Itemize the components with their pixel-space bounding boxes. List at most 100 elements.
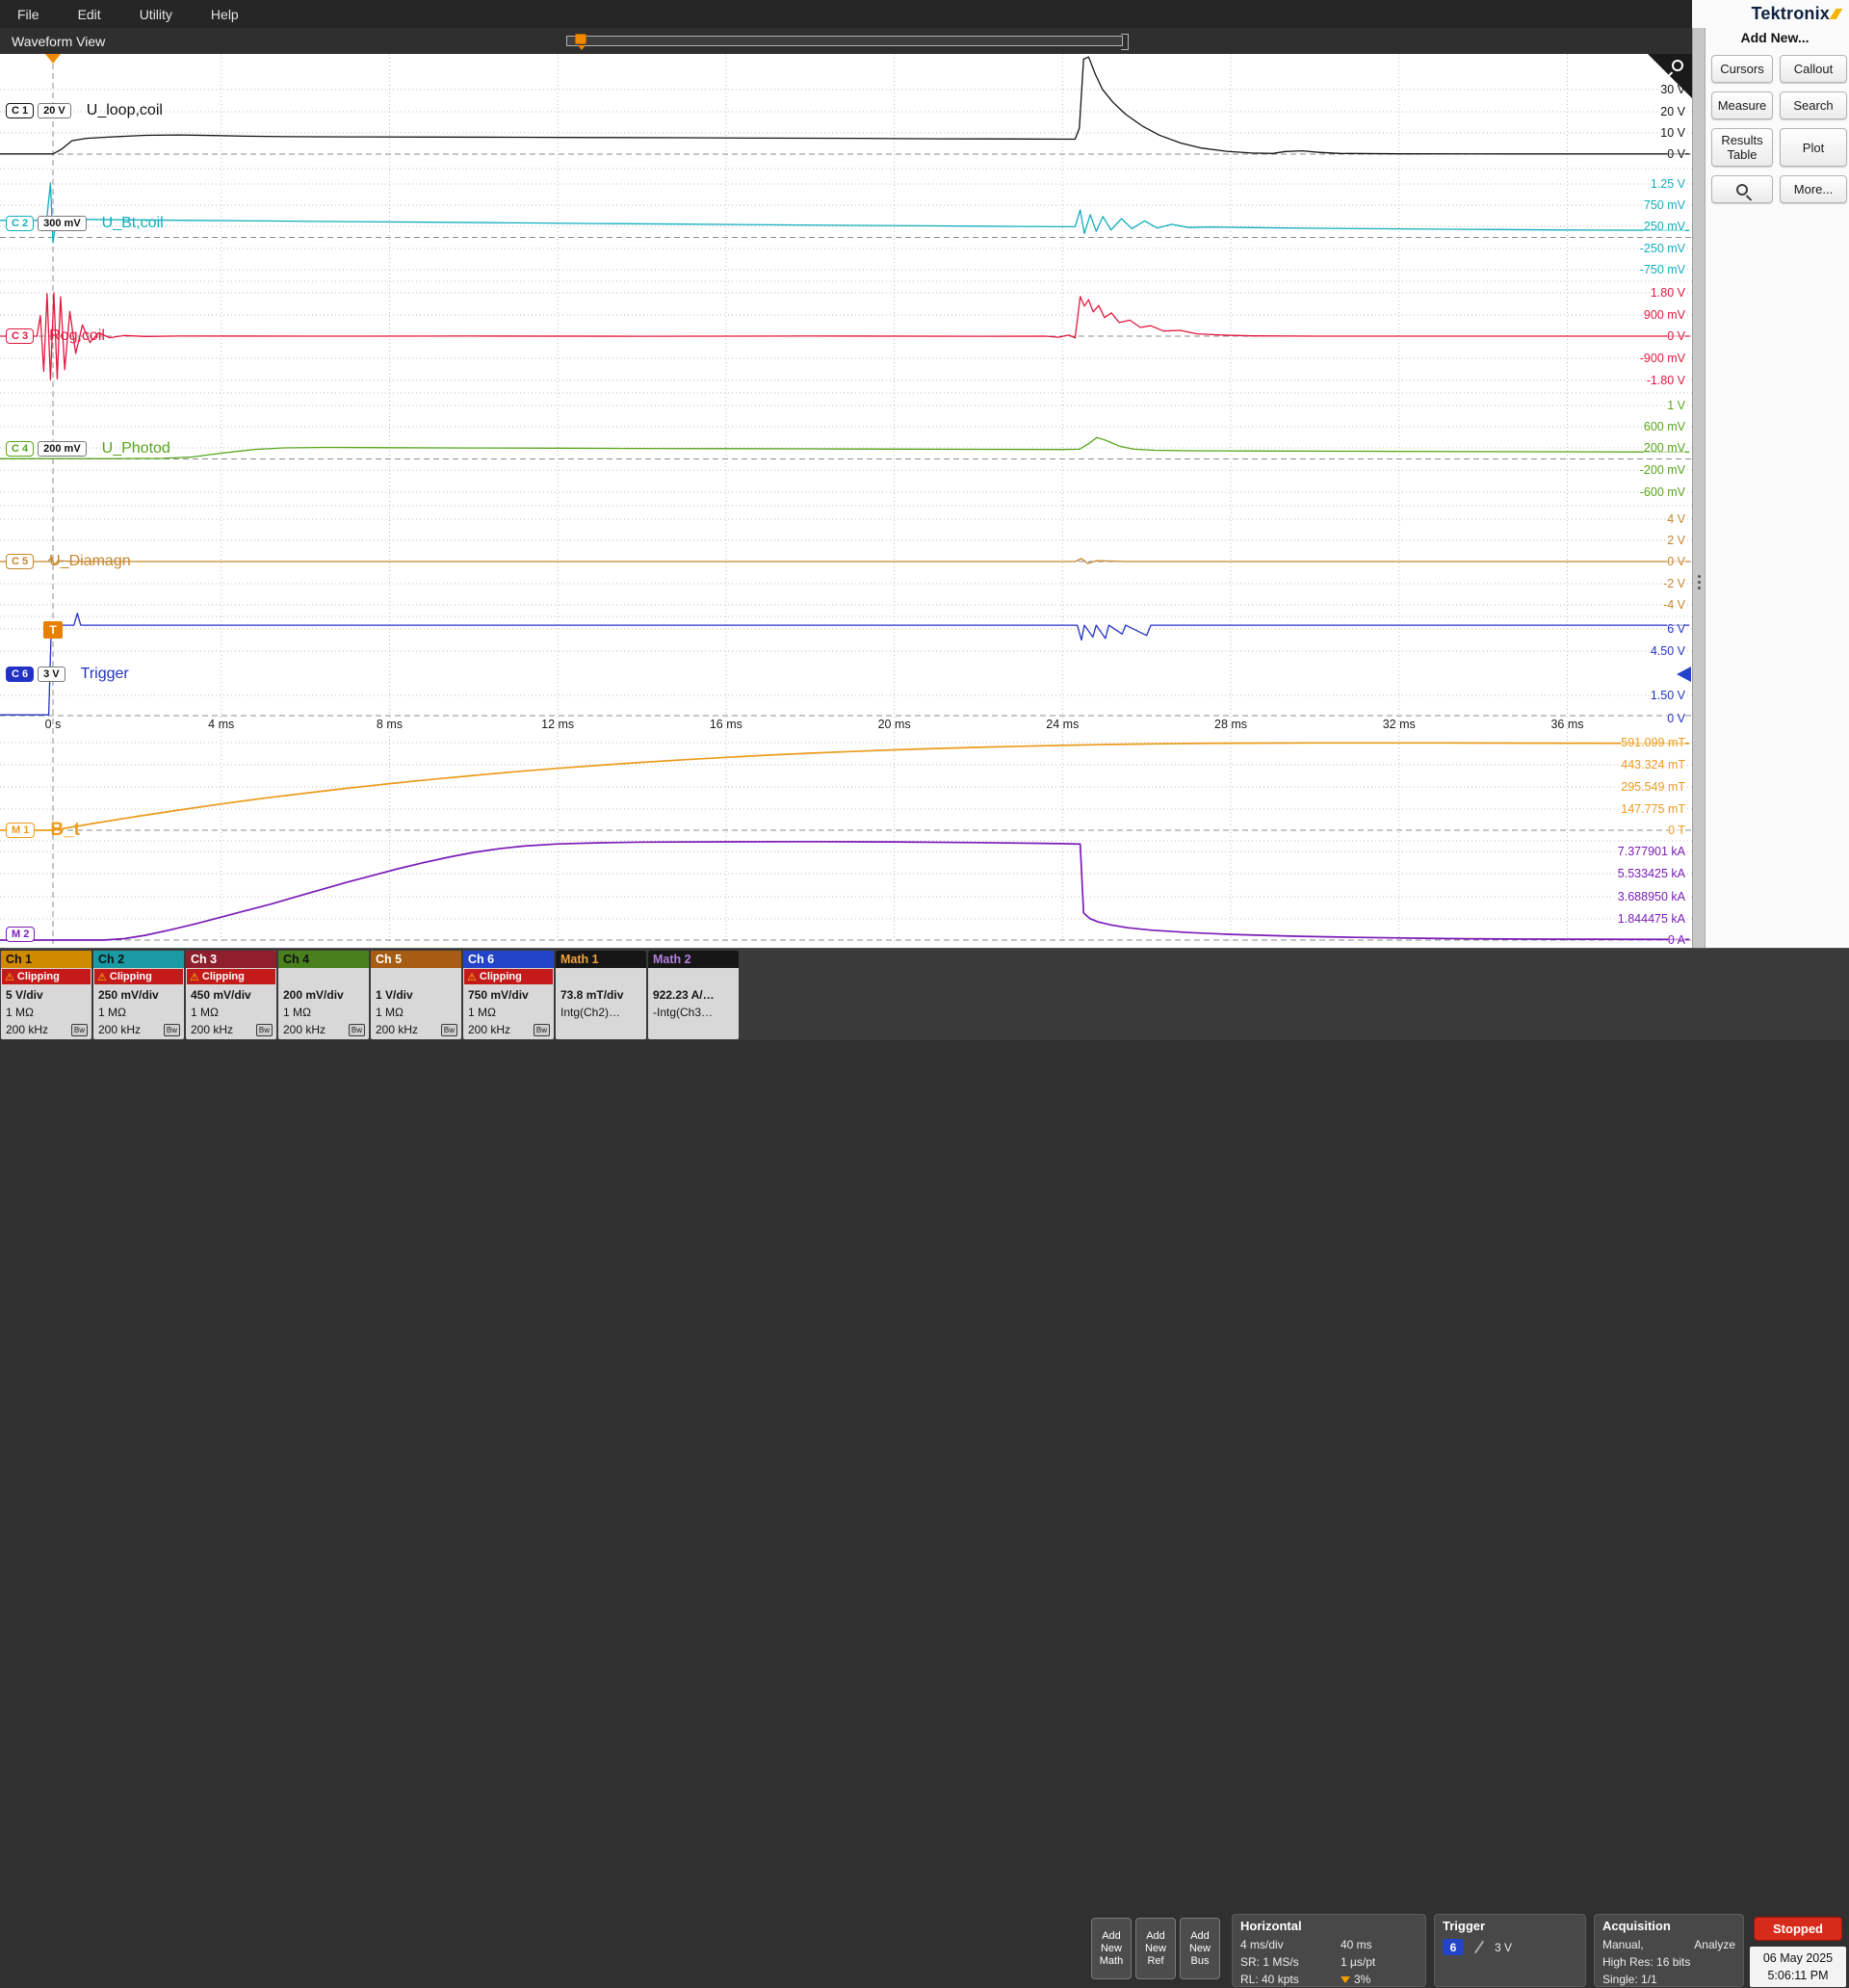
settings-badge-ch3[interactable]: Ch 3⚠Clipping450 mV/div1 MΩ200 kHzBw (186, 951, 276, 1039)
badge-row: 1 MΩ (93, 1004, 184, 1021)
trigger-source-icon[interactable]: T (43, 621, 63, 639)
results-table-button[interactable]: Results Table (1711, 128, 1773, 167)
scale-label: 1.80 V (1651, 286, 1685, 300)
bandwidth-chip-icon: Bw (534, 1024, 550, 1036)
badge-header[interactable]: Ch 1 (1, 951, 91, 968)
settings-badge-ch5[interactable]: Ch 51 V/div1 MΩ200 kHzBw (371, 951, 461, 1039)
badge-row: -Intg(Ch3… (648, 1004, 739, 1021)
badge-row: 200 kHzBw (371, 1021, 461, 1038)
time-axis-label: 0 s (45, 718, 62, 731)
waveform-plot[interactable]: T 0 s4 ms8 ms12 ms16 ms20 ms24 ms28 ms32… (0, 54, 1692, 948)
trigger-panel[interactable]: Trigger 6 3 V (1434, 1914, 1586, 1987)
badge-row: 450 mV/div (186, 986, 276, 1004)
channel-row-m1: M 1B_t (6, 820, 80, 841)
scale-label: 3.688950 kA (1618, 890, 1685, 903)
trace-m2[interactable] (0, 842, 1689, 940)
scale-label: -600 mV (1640, 485, 1685, 499)
badge-header[interactable]: Math 2 (648, 951, 739, 968)
channel-row-c4: C 4200 mVU_Photod (6, 438, 170, 459)
bandwidth-chip-icon: Bw (164, 1024, 180, 1036)
channel-badge-c6[interactable]: C 6 (6, 667, 34, 682)
channel-badge-m1[interactable]: M 1 (6, 823, 35, 838)
trace-c6[interactable] (0, 614, 1689, 716)
channel-scale-c1[interactable]: 20 V (38, 103, 71, 118)
run-stop-button[interactable]: Stopped (1754, 1917, 1842, 1941)
channel-badge-c1[interactable]: C 1 (6, 103, 34, 118)
acquisition-panel[interactable]: Acquisition Manual, Analyze High Res: 16… (1594, 1914, 1744, 1987)
horizontal-panel[interactable]: Horizontal 4 ms/div 40 ms SR: 1 MS/s 1 µ… (1232, 1914, 1426, 1987)
trace-c3[interactable] (0, 293, 1689, 379)
trace-c2[interactable] (0, 183, 1689, 243)
warning-icon: ⚠ (467, 971, 477, 983)
badge-header[interactable]: Ch 5 (371, 951, 461, 968)
more-button[interactable]: More... (1780, 175, 1847, 203)
menu-edit[interactable]: Edit (78, 7, 101, 22)
badge-row: 200 mV/div (278, 986, 369, 1004)
add-new-math-button[interactable]: Add New Math (1091, 1918, 1132, 1979)
traces-svg (0, 54, 1692, 948)
add-new-ref-button[interactable]: Add New Ref (1135, 1918, 1176, 1979)
clipping-warning: ⚠Clipping (2, 969, 91, 984)
time-axis-label: 8 ms (377, 718, 403, 731)
channel-label-c2: U_Bt,coil (102, 215, 164, 232)
badge-row: 200 kHzBw (278, 1021, 369, 1038)
trigger-position-icon[interactable] (45, 54, 61, 64)
horizontal-position-ruler[interactable] (566, 36, 1123, 46)
menu-file[interactable]: File (17, 7, 39, 22)
badge-row: 250 mV/div (93, 986, 184, 1004)
menu-utility[interactable]: Utility (140, 7, 172, 22)
position-marker-icon (1341, 1976, 1350, 1983)
trace-m1[interactable] (0, 743, 1689, 830)
badge-row: Intg(Ch2)… (556, 1004, 646, 1021)
side-button-group: CursorsCallout Measure Search Results Table… (1711, 55, 1847, 203)
badge-header[interactable]: Ch 4 (278, 951, 369, 968)
horizontal-scale: 4 ms/div (1240, 1936, 1341, 1953)
trace-c1[interactable] (0, 57, 1689, 154)
badge-header[interactable]: Ch 2 (93, 951, 184, 968)
scale-label: 4.50 V (1651, 644, 1685, 658)
expansion-point-icon[interactable] (575, 34, 586, 44)
cursors-button[interactable]: Cursors (1711, 55, 1773, 83)
channel-badge-m2[interactable]: M 2 (6, 927, 35, 942)
settings-badge-ch1[interactable]: Ch 1⚠Clipping5 V/div1 MΩ200 kHzBw (1, 951, 91, 1039)
time-axis-label: 32 ms (1383, 718, 1416, 731)
badge-header[interactable]: Ch 3 (186, 951, 276, 968)
scale-label: 2 V (1667, 534, 1685, 547)
settings-badge-math2[interactable]: Math 2922.23 A/…-Intg(Ch3… (648, 951, 739, 1039)
trigger-title: Trigger (1443, 1919, 1577, 1933)
search-button[interactable]: Search (1780, 92, 1847, 119)
trace-c4[interactable] (0, 437, 1689, 458)
settings-badge-ch4[interactable]: Ch 4200 mV/div1 MΩ200 kHzBw (278, 951, 369, 1039)
add-new-bus-button[interactable]: Add New Bus (1180, 1918, 1220, 1979)
trace-c5[interactable] (0, 558, 1689, 565)
channel-badge-c3[interactable]: C 3 (6, 328, 34, 344)
menu-help[interactable]: Help (211, 7, 239, 22)
channel-badge-c5[interactable]: C 5 (6, 554, 34, 569)
channel-scale-c4[interactable]: 200 mV (38, 441, 87, 457)
plot-button[interactable]: Plot (1780, 128, 1847, 167)
badge-header[interactable]: Math 1 (556, 951, 646, 968)
trigger-level-icon[interactable] (1677, 667, 1691, 682)
measure-button[interactable]: Measure (1711, 92, 1773, 119)
zoom-corner-icon[interactable] (1648, 54, 1692, 98)
settings-badge-ch2[interactable]: Ch 2⚠Clipping250 mV/div1 MΩ200 kHzBw (93, 951, 184, 1039)
waveform-view-window: Waveform View T 0 s4 ms8 ms12 ms16 ms20 … (0, 28, 1692, 948)
channel-badge-c4[interactable]: C 4 (6, 441, 34, 457)
channel-scale-c2[interactable]: 300 mV (38, 216, 87, 231)
callout-button[interactable]: Callout (1780, 55, 1847, 83)
zoom-button[interactable] (1711, 175, 1773, 203)
panel-divider-handle[interactable] (1692, 28, 1706, 948)
settings-badge-ch6[interactable]: Ch 6⚠Clipping750 mV/div1 MΩ200 kHzBw (463, 951, 554, 1039)
warning-icon: ⚠ (97, 971, 107, 983)
scale-label: 750 mV (1644, 198, 1685, 212)
time-axis-label: 24 ms (1046, 718, 1079, 731)
channel-scale-c6[interactable]: 3 V (38, 667, 65, 682)
badge-header[interactable]: Ch 6 (463, 951, 554, 968)
waveform-view-titlebar[interactable]: Waveform View (0, 28, 1692, 54)
horizontal-window: 40 ms (1341, 1936, 1372, 1953)
channel-badge-c2[interactable]: C 2 (6, 216, 34, 231)
scale-label: 1 V (1667, 399, 1685, 412)
date-label: 06 May 2025 (1750, 1949, 1846, 1967)
time-axis-label: 28 ms (1214, 718, 1247, 731)
settings-badge-math1[interactable]: Math 173.8 mT/divIntg(Ch2)… (556, 951, 646, 1039)
